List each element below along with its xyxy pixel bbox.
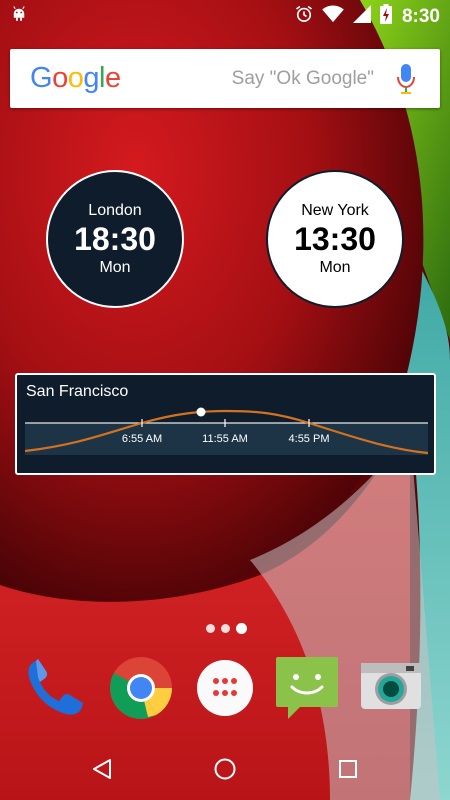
camera-icon — [361, 663, 421, 709]
phone-app[interactable] — [22, 655, 88, 721]
clock-time: 18:30 — [74, 220, 156, 257]
google-logo-letter: e — [104, 62, 121, 94]
home-button[interactable] — [200, 744, 250, 794]
home-icon — [214, 758, 236, 779]
android-debug-icon — [10, 5, 28, 28]
back-icon — [92, 758, 111, 779]
google-search-bar[interactable]: Google Say "Ok Google" — [10, 49, 440, 108]
google-logo-letter: G — [30, 62, 53, 94]
battery-charging-icon — [379, 4, 392, 29]
messaging-icon — [276, 657, 338, 719]
back-button[interactable] — [77, 744, 127, 794]
google-logo-letter: g — [83, 62, 99, 94]
tick-label-sunset: 4:55 PM — [288, 433, 330, 445]
page-dot-active — [236, 623, 247, 634]
google-logo: Google — [30, 62, 121, 95]
daylight-curve — [24, 407, 429, 455]
app-drawer-icon — [197, 660, 253, 716]
messaging-app[interactable] — [274, 655, 340, 721]
status-bar: 8:30 — [0, 0, 450, 33]
navigation-bar — [0, 737, 450, 800]
tick-label-noon: 11:55 AM — [202, 433, 248, 445]
chrome-icon — [110, 657, 172, 719]
google-logo-letter: o — [52, 62, 68, 94]
clock-widget-new-york[interactable]: New York 13:30 Mon — [266, 170, 404, 308]
page-dot — [206, 624, 215, 633]
search-hint[interactable]: Say "Ok Google" — [121, 68, 374, 90]
phone-icon — [28, 659, 83, 715]
daylight-widget-san-francisco[interactable]: San Francisco 6:55 AM 11:55 AM 4:55 PM — [15, 373, 436, 475]
tick-label-sunrise: 6:55 AM — [121, 433, 163, 445]
page-dot — [221, 624, 230, 633]
recents-button[interactable] — [323, 744, 373, 794]
app-drawer-button[interactable] — [192, 655, 258, 721]
clock-day: Mon — [99, 258, 131, 276]
signal-icon — [352, 5, 372, 28]
microphone-icon[interactable] — [392, 61, 420, 97]
google-logo-letter: o — [67, 62, 84, 94]
clock-day: Mon — [319, 258, 351, 276]
status-time: 8:30 — [401, 5, 440, 27]
clock-time: 13:30 — [294, 220, 376, 257]
page-indicator — [206, 623, 247, 634]
clock-city: London — [88, 201, 142, 219]
alarm-icon — [294, 4, 314, 29]
clock-city: New York — [301, 201, 369, 219]
current-time-dot — [196, 407, 206, 417]
camera-app[interactable] — [358, 655, 424, 721]
clock-widget-london[interactable]: London 18:30 Mon — [46, 170, 184, 308]
wifi-icon — [322, 5, 344, 28]
chrome-app[interactable] — [108, 655, 174, 721]
recents-icon — [339, 759, 358, 778]
